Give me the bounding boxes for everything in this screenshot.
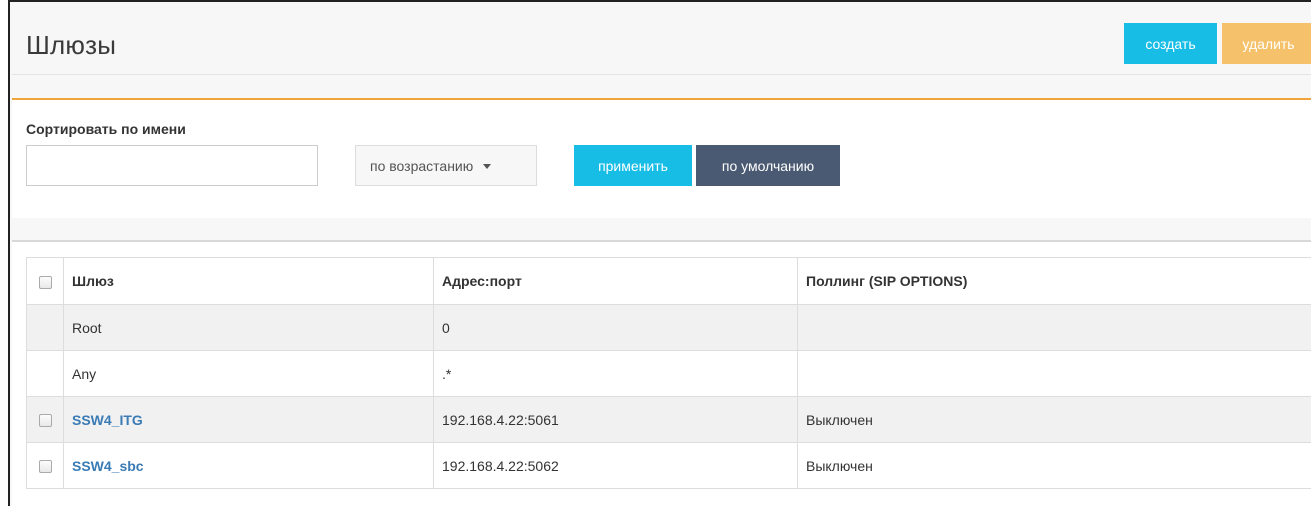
row-check-cell — [26, 304, 64, 351]
gateway-address: 192.168.4.22:5062 — [433, 442, 798, 489]
gateway-polling: Выключен — [797, 442, 1311, 489]
delete-button[interactable]: удалить — [1222, 23, 1311, 64]
sort-order-dropdown[interactable]: по возрастанию — [355, 145, 537, 186]
apply-button[interactable]: применить — [574, 145, 692, 186]
row-checkbox[interactable] — [38, 460, 52, 474]
sort-order-value: по возрастанию — [370, 157, 474, 174]
table-header-row: Шлюз Адрес:порт Поллинг (SIP OPTIONS) — [26, 257, 1311, 305]
gateway-link[interactable]: SSW4_ITG — [72, 412, 143, 428]
table-row: SSW4_ITG 192.168.4.22:5061 Выключен — [26, 396, 1311, 443]
gateway-name: Any — [63, 350, 434, 397]
row-check-cell — [26, 396, 64, 443]
gateways-table-area: Шлюз Адрес:порт Поллинг (SIP OPTIONS) Ro… — [12, 242, 1311, 506]
table-row: Any .* — [26, 350, 1311, 397]
caret-down-icon — [483, 164, 492, 169]
select-all-cell — [26, 257, 64, 305]
row-check-cell — [26, 350, 64, 397]
row-check-cell — [26, 442, 64, 489]
table-row: SSW4_sbc 192.168.4.22:5062 Выключен — [26, 442, 1311, 489]
gateway-polling — [797, 304, 1311, 351]
create-button[interactable]: создать — [1124, 23, 1217, 64]
default-button[interactable]: по умолчанию — [696, 145, 840, 186]
gateway-polling — [797, 350, 1311, 397]
sort-filter-panel: Сортировать по имени по возрастанию прим… — [12, 98, 1311, 218]
page-frame: Шлюзы создать удалить Сортировать по име… — [8, 0, 1311, 506]
gateways-table: Шлюз Адрес:порт Поллинг (SIP OPTIONS) Ro… — [26, 257, 1311, 489]
column-header-address[interactable]: Адрес:порт — [433, 257, 798, 305]
gateway-name-cell: SSW4_ITG — [63, 396, 434, 443]
gateway-address: 192.168.4.22:5061 — [433, 396, 798, 443]
gateway-name: Root — [63, 304, 434, 351]
column-header-gateway[interactable]: Шлюз — [63, 257, 434, 305]
name-filter-input[interactable] — [26, 145, 318, 186]
gateway-polling: Выключен — [797, 396, 1311, 443]
row-checkbox[interactable] — [38, 414, 52, 428]
gateway-address: 0 — [433, 304, 798, 351]
column-header-polling[interactable]: Поллинг (SIP OPTIONS) — [797, 257, 1311, 305]
header-divider — [12, 74, 1311, 75]
table-row: Root 0 — [26, 304, 1311, 351]
page-title: Шлюзы — [26, 30, 117, 60]
sort-by-name-label: Сортировать по имени — [26, 121, 186, 137]
page-header: Шлюзы создать удалить — [12, 4, 1311, 74]
gateway-address: .* — [433, 350, 798, 397]
select-all-checkbox[interactable] — [38, 275, 52, 289]
gateway-link[interactable]: SSW4_sbc — [72, 458, 144, 474]
gateway-name-cell: SSW4_sbc — [63, 442, 434, 489]
